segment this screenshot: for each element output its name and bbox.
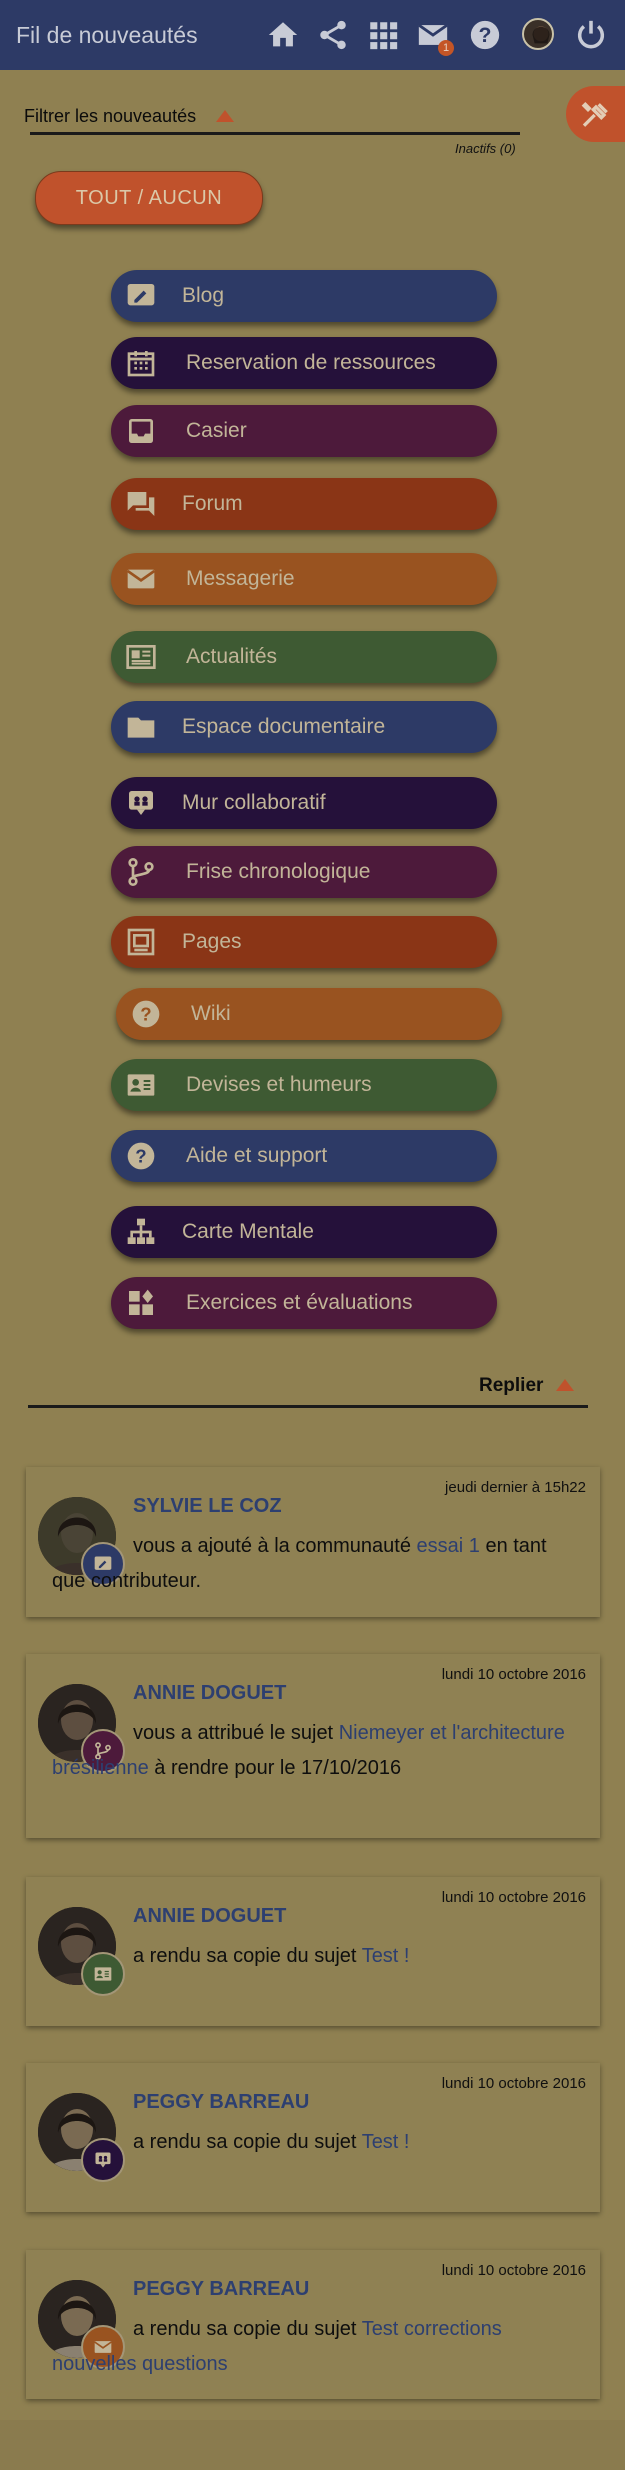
- feed-text-before: a rendu sa copie du sujet: [133, 2318, 362, 2340]
- timeline-icon: [125, 856, 157, 888]
- calendar-icon: [125, 347, 157, 379]
- app-filter-inbox[interactable]: Casier: [111, 405, 497, 457]
- home-icon[interactable]: [266, 18, 300, 52]
- app-filter-label: Blog: [182, 284, 225, 307]
- app-filter-help[interactable]: ? Aide et support: [111, 1130, 497, 1182]
- help-icon[interactable]: ?: [468, 18, 502, 52]
- feed-author-link[interactable]: ANNIE DOGUET: [133, 1682, 286, 1705]
- feed-text-before: a rendu sa copie du sujet: [133, 2131, 362, 2153]
- wiki-icon: ?: [130, 998, 162, 1030]
- feed-text: a rendu sa copie du sujet Test !: [52, 2125, 570, 2160]
- app-filter-mood[interactable]: Devises et humeurs: [111, 1059, 497, 1111]
- collapse-divider: [28, 1405, 588, 1408]
- app-filter-timeline[interactable]: Frise chronologique: [111, 846, 497, 898]
- svg-text:?: ?: [140, 1004, 151, 1025]
- app-filter-label: Wiki: [191, 1002, 231, 1025]
- toggle-all-button[interactable]: TOUT / AUCUN: [35, 171, 263, 225]
- feed-item: lundi 10 octobre 2016 PEGGY BARREAU a rend…: [26, 2250, 600, 2399]
- feed-resource-link[interactable]: essai 1: [417, 1535, 480, 1557]
- app-filter-calendar[interactable]: Reservation de ressources: [111, 337, 497, 389]
- exercises-icon: [125, 1287, 157, 1319]
- feed-author-link[interactable]: ANNIE DOGUET: [133, 1905, 286, 1928]
- feed-text: vous a ajouté à la communauté essai 1 en…: [52, 1529, 570, 1599]
- feed-item: lundi 10 octobre 2016 ANNIE DOGUET vous a …: [26, 1654, 600, 1838]
- feed-text-before: vous a ajouté à la communauté: [133, 1535, 417, 1557]
- filter-divider: [30, 132, 520, 135]
- app-filter-pages[interactable]: Pages: [111, 916, 497, 968]
- caret-up-icon[interactable]: [216, 110, 234, 122]
- app-filter-news[interactable]: Actualités: [111, 631, 497, 683]
- app-filter-mindmap[interactable]: Carte Mentale: [111, 1206, 497, 1258]
- svg-text:?: ?: [479, 23, 492, 47]
- filter-label[interactable]: Filtrer les nouveautés: [24, 106, 196, 127]
- feed-text: a rendu sa copie du sujet Test correctio…: [52, 2312, 570, 2382]
- app-filter-label: Mur collaboratif: [182, 791, 326, 814]
- blog-icon: [125, 280, 157, 312]
- power-icon[interactable]: [574, 18, 608, 52]
- app-filter-label: Frise chronologique: [186, 860, 371, 883]
- feed-date: lundi 10 octobre 2016: [441, 2262, 586, 2279]
- feed-item: jeudi dernier à 15h22 SYLVIE LE COZ vous a…: [26, 1467, 600, 1617]
- app-filter-label: Actualités: [186, 645, 278, 668]
- app-filter-blog[interactable]: Blog: [111, 270, 497, 322]
- bottom-strip: [0, 2420, 625, 2470]
- feed-resource-link[interactable]: Test !: [362, 1945, 410, 1967]
- feed-text-before: a rendu sa copie du sujet: [133, 1945, 362, 1967]
- pages-icon: [125, 926, 157, 958]
- feed-author-link[interactable]: PEGGY BARREAU: [133, 2091, 309, 2114]
- feed-text: vous a attribué le sujet Niemeyer et l'a…: [52, 1716, 570, 1786]
- app-filter-wiki[interactable]: ? Wiki: [116, 988, 502, 1040]
- inbox-icon: [125, 415, 157, 447]
- mindmap-icon: [125, 1216, 157, 1248]
- mail-icon: [125, 563, 157, 595]
- app-filter-label: Casier: [186, 419, 247, 442]
- folder-icon: [125, 711, 157, 743]
- feed-item: lundi 10 octobre 2016 PEGGY BARREAU a rend…: [26, 2063, 600, 2212]
- app-filter-label: Carte Mentale: [182, 1220, 314, 1243]
- inactive-count[interactable]: Inactifs (0): [455, 141, 516, 156]
- feed-author-link[interactable]: PEGGY BARREAU: [133, 2278, 309, 2301]
- svg-text:?: ?: [135, 1146, 146, 1167]
- feed-author-link[interactable]: SYLVIE LE COZ: [133, 1495, 282, 1518]
- mail-icon[interactable]: 1: [416, 18, 454, 56]
- help-icon: ?: [125, 1140, 157, 1172]
- page-title: Fil de nouveautés: [16, 22, 198, 48]
- news-icon: [125, 641, 157, 673]
- feed-date: jeudi dernier à 15h22: [445, 1479, 586, 1496]
- top-bar: Fil de nouveautés 1 ?: [0, 0, 625, 70]
- app-filter-collab-wall[interactable]: Mur collaboratif: [111, 777, 497, 829]
- app-filter-label: Forum: [182, 492, 243, 515]
- feed-text-after: à rendre pour le 17/10/2016: [148, 1757, 402, 1779]
- feed-date: lundi 10 octobre 2016: [441, 1666, 586, 1683]
- collapse-button[interactable]: Replier: [479, 1375, 543, 1397]
- collab-wall-icon: [125, 787, 157, 819]
- app-filter-label: Exercices et évaluations: [186, 1291, 413, 1314]
- app-filter-label: Devises et humeurs: [186, 1073, 372, 1096]
- forum-icon: [125, 488, 157, 520]
- app-filter-label: Espace documentaire: [182, 715, 386, 738]
- feed-date: lundi 10 octobre 2016: [441, 2075, 586, 2092]
- app-filter-label: Pages: [182, 930, 242, 953]
- feed-text: a rendu sa copie du sujet Test !: [52, 1939, 570, 1974]
- feed-resource-link[interactable]: Test !: [362, 2131, 410, 2153]
- app-filter-label: Aide et support: [186, 1144, 328, 1167]
- apps-grid-icon[interactable]: [366, 18, 400, 52]
- share-icon[interactable]: [316, 18, 350, 52]
- app-filter-folder[interactable]: Espace documentaire: [111, 701, 497, 753]
- app-filter-exercises[interactable]: Exercices et évaluations: [111, 1277, 497, 1329]
- app-filter-label: Messagerie: [186, 567, 295, 590]
- feed-text-before: vous a attribué le sujet: [133, 1722, 339, 1744]
- user-avatar[interactable]: [522, 18, 556, 52]
- mail-badge: 1: [438, 40, 454, 56]
- feed-item: lundi 10 octobre 2016 ANNIE DOGUET a rendu…: [26, 1877, 600, 2026]
- tools-button[interactable]: [566, 86, 625, 142]
- app-filter-label: Reservation de ressources: [186, 351, 436, 374]
- mood-icon: [125, 1069, 157, 1101]
- app-filter-mail[interactable]: Messagerie: [111, 553, 497, 605]
- tools-icon: [581, 101, 608, 127]
- caret-up-icon[interactable]: [556, 1379, 574, 1391]
- feed-date: lundi 10 octobre 2016: [441, 1889, 586, 1906]
- app-filter-forum[interactable]: Forum: [111, 478, 497, 530]
